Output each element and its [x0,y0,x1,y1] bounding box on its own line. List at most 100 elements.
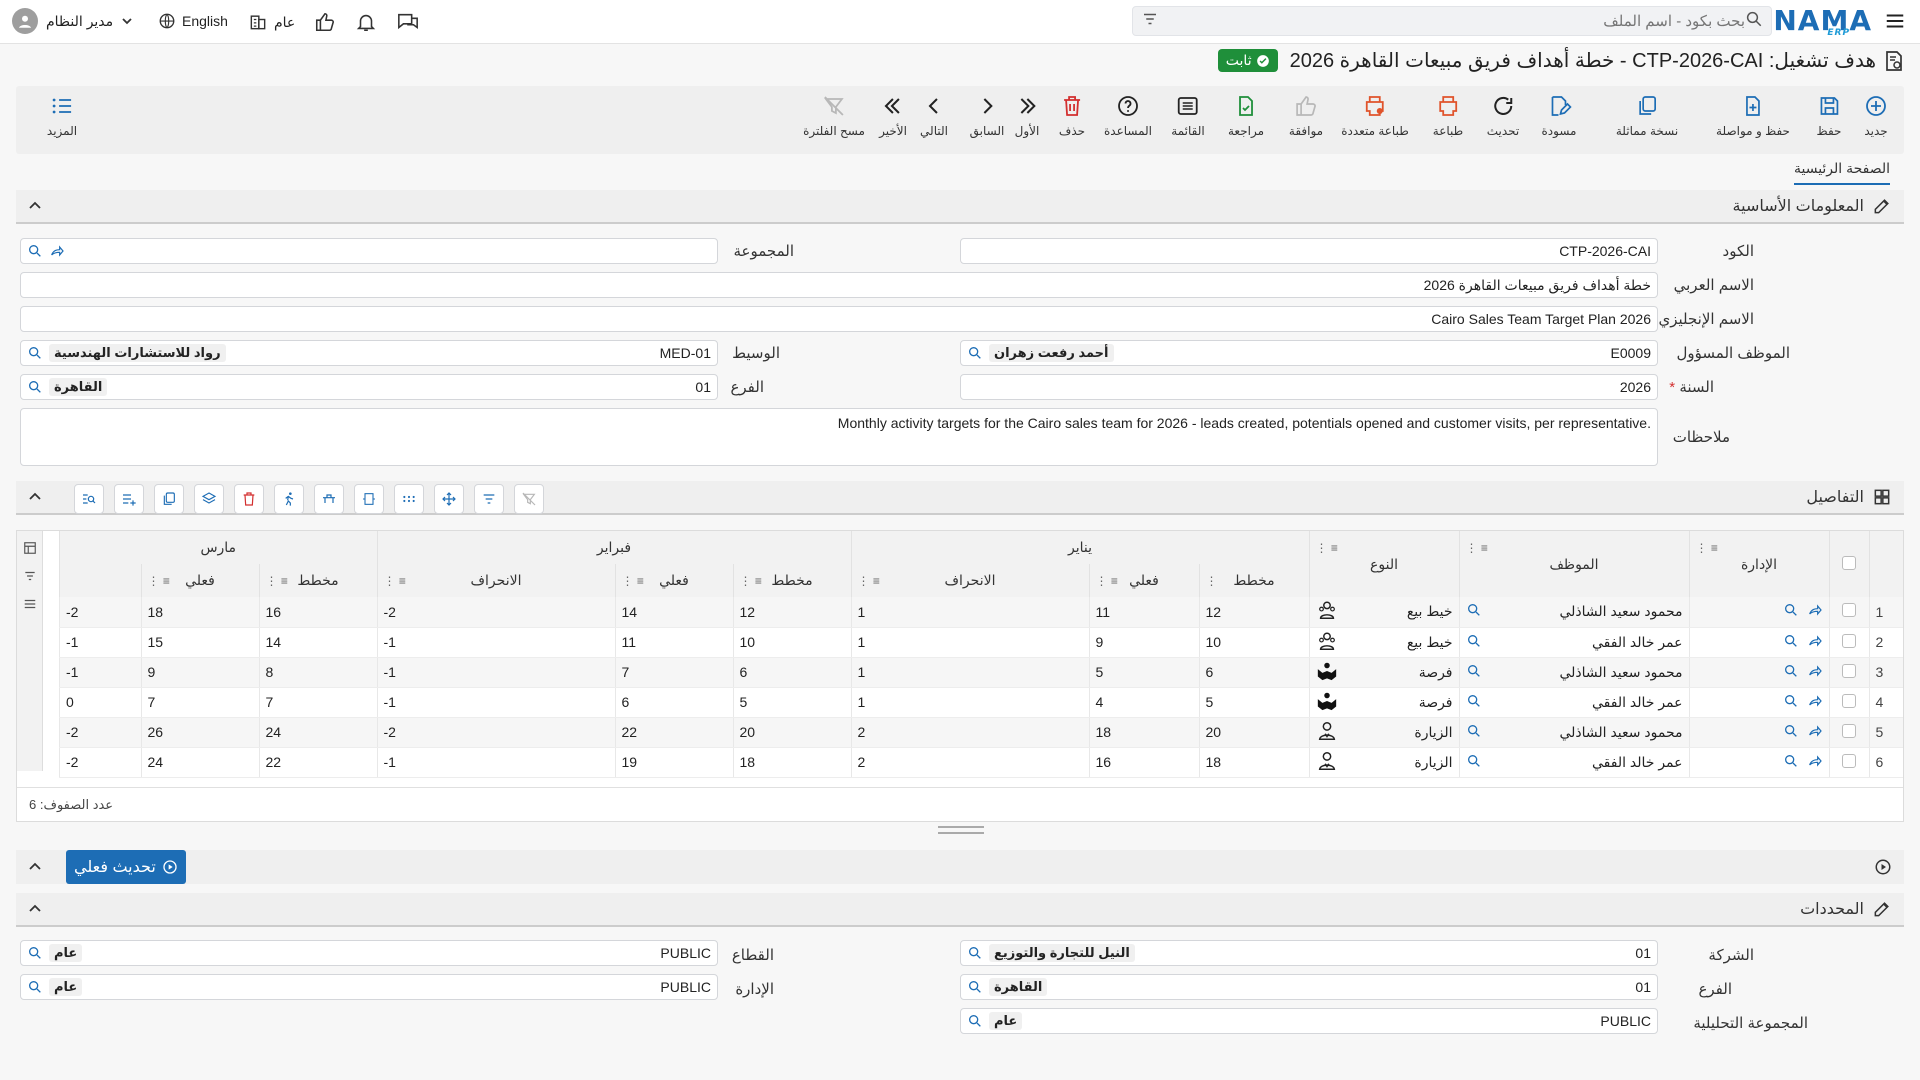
search-refresh-icon[interactable] [27,345,43,361]
search-refresh-icon[interactable] [967,345,983,361]
value-cell[interactable]: 11 [1088,597,1199,628]
employee-cell[interactable]: محمود سعيد الشاذلي [1458,717,1689,748]
value-cell[interactable]: 20 [732,717,851,748]
row-checkbox[interactable] [1828,687,1869,718]
next-button[interactable]: التالي [920,94,948,138]
search-icon[interactable] [1745,10,1763,32]
help-button[interactable]: المساعدة [1104,94,1152,138]
english-name-field[interactable]: Cairo Sales Team Target Plan 2026 [20,306,1658,332]
search-refresh-icon[interactable] [27,979,43,995]
value-cell[interactable]: 22 [614,717,733,748]
similar-copy-button[interactable]: نسخة مماثلة [1616,94,1678,138]
code-field[interactable]: CTP-2026-CAI [960,238,1658,264]
filter-icon[interactable] [23,569,37,583]
company-field[interactable]: النيل للتجارة والتوزيع 01 [960,940,1658,966]
type-cell[interactable]: فرصة [1308,657,1459,688]
value-cell[interactable]: -1 [59,657,141,688]
value-cell[interactable]: -1 [376,687,615,718]
resize-handle[interactable] [938,826,984,834]
chevron-up-icon[interactable] [28,490,42,504]
chat-icon[interactable] [396,11,420,33]
tab-main[interactable]: الصفحة الرئيسية [1793,160,1890,185]
approve-button[interactable]: موافقة [1289,94,1323,138]
chevron-up-icon[interactable] [28,199,42,213]
filter-off-icon[interactable] [514,484,544,514]
delete-button[interactable]: حذف [1059,94,1085,138]
share-icon[interactable] [1807,663,1823,682]
last-button[interactable]: الأخير [879,94,907,138]
search-refresh-icon[interactable] [967,979,983,995]
search-refresh-icon[interactable] [967,945,983,961]
play-circle-icon[interactable] [1874,858,1892,876]
sector-field[interactable]: عام PUBLIC [20,940,718,966]
like-icon[interactable] [314,11,336,33]
value-cell[interactable]: 18 [732,747,851,778]
employee-cell[interactable]: محمود سعيد الشاذلي [1458,597,1689,628]
value-cell[interactable]: -2 [376,597,615,628]
prev-button[interactable]: السابق [970,94,1004,138]
value-cell[interactable]: 16 [258,597,377,628]
year-field[interactable]: 2026 [960,374,1658,400]
value-cell[interactable]: 18 [1088,717,1199,748]
value-cell[interactable]: 9 [140,657,259,688]
value-cell[interactable]: 1 [850,597,1089,628]
search-input[interactable] [1159,12,1745,30]
employee-cell[interactable]: عمر خالد الفقي [1458,687,1689,718]
value-cell[interactable]: -2 [59,717,141,748]
chevron-up-icon[interactable] [28,860,42,874]
value-cell[interactable]: -1 [376,747,615,778]
type-cell[interactable]: الزيارة [1308,717,1459,748]
table-settings-icon[interactable] [23,541,37,555]
col-admin[interactable]: الإدارة ≡ ⋮ [1688,531,1829,597]
value-cell[interactable]: 4 [1088,687,1199,718]
notes-field[interactable]: Monthly activity targets for the Cairo s… [20,408,1658,466]
first-button[interactable]: الأول [1015,94,1039,138]
analytic-group-field[interactable]: عام PUBLIC [960,1008,1658,1034]
user-menu[interactable]: مدير النظام [12,8,133,34]
filter-icon[interactable] [474,484,504,514]
freeze-icon[interactable] [314,484,344,514]
col-mar-deviation[interactable] [59,564,141,597]
value-cell[interactable]: 12 [1198,597,1309,628]
value-cell[interactable]: 6 [614,687,733,718]
col-employee[interactable]: الموظف ≡ ⋮ [1458,531,1689,597]
value-cell[interactable]: 6 [1198,657,1309,688]
save-button[interactable]: حفظ [1817,94,1841,138]
value-cell[interactable]: 19 [614,747,733,778]
search-refresh-icon[interactable] [27,243,43,259]
col-jan-actual[interactable]: فعلي ≡ ⋮ [1088,564,1199,597]
value-cell[interactable]: 8 [258,657,377,688]
table-row[interactable]: 1 محمود سعيد الشاذلي خيط بيع 12 11 1 12 14 -2 16 1… [59,597,1903,628]
value-cell[interactable]: 10 [732,627,851,658]
list-button[interactable]: القائمة [1171,94,1205,138]
det-branch-field[interactable]: القاهرة 01 [960,974,1658,1000]
app-logo[interactable]: NAMA ERP [1773,4,1872,38]
determinants-header[interactable]: المحددات [16,893,1904,927]
value-cell[interactable]: 24 [258,717,377,748]
share-icon[interactable] [49,243,65,259]
value-cell[interactable]: 9 [1088,627,1199,658]
share-icon[interactable] [1807,693,1823,712]
employee-field[interactable]: أحمد رفعت زهران E0009 [960,340,1658,366]
select-all-checkbox[interactable] [1828,531,1869,597]
type-cell[interactable]: خيط بيع [1308,627,1459,658]
value-cell[interactable]: 16 [1088,747,1199,778]
value-cell[interactable]: 7 [140,687,259,718]
col-jan-deviation[interactable]: الانحراف ≡ ⋮ [850,564,1089,597]
row-checkbox[interactable] [1828,597,1869,628]
draft-button[interactable]: مسودة [1542,94,1576,138]
search-refresh-icon[interactable] [27,379,43,395]
value-cell[interactable]: -2 [376,717,615,748]
col-type[interactable]: النوع ≡ ⋮ [1308,531,1459,597]
search-refresh-icon[interactable] [1783,602,1799,621]
value-cell[interactable]: 22 [258,747,377,778]
broker-field[interactable]: رواد للاستشارات الهندسية MED-01 [20,340,718,366]
value-cell[interactable]: 1 [850,627,1089,658]
value-cell[interactable]: 24 [140,747,259,778]
col-jan-plan[interactable]: مخطط ⋮ [1198,564,1309,597]
table-row[interactable]: 5 محمود سعيد الشاذلي الزيارة 20 18 2 20 22 -2 24 2… [59,717,1903,748]
value-cell[interactable]: 5 [1198,687,1309,718]
search-refresh-icon[interactable] [1783,753,1799,772]
basic-info-header[interactable]: المعلومات الأساسية [16,190,1904,224]
value-cell[interactable]: 2 [850,717,1089,748]
